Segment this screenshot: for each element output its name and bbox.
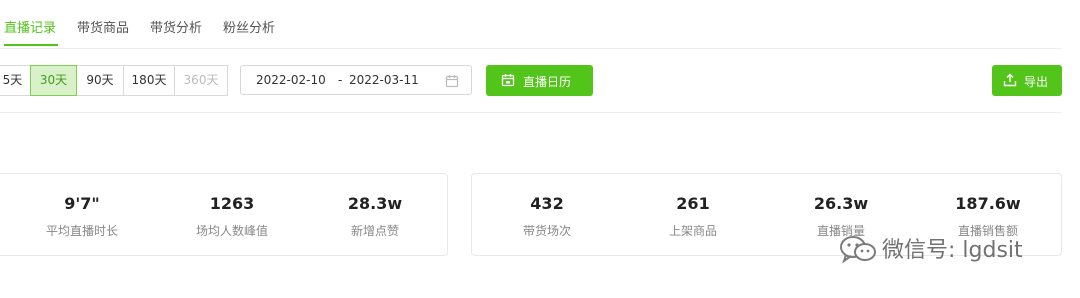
watermark-text: 微信号: lgdsit	[882, 238, 1023, 263]
date-range-picker[interactable]: 2022-02-10 - 2022-03-11	[240, 65, 472, 95]
range-180d-button[interactable]: 180天	[123, 65, 175, 96]
live-stats-card: 9'7" 平均直播时长 1263 场均人数峰值 28.3w 新增点赞	[0, 173, 448, 256]
calendar-icon[interactable]	[445, 74, 459, 91]
stat-new-likes: 28.3w 新增点赞	[300, 174, 450, 257]
export-label: 导出	[1024, 75, 1049, 89]
stat-label: 上架商品	[668, 224, 717, 238]
stat-listed-products: 261 上架商品	[621, 174, 765, 257]
date-start[interactable]: 2022-02-10	[256, 73, 326, 87]
live-calendar-label: 直播日历	[523, 75, 572, 89]
stat-avg-peak-viewers: 1263 场均人数峰值	[157, 174, 307, 257]
calendar-icon	[501, 73, 515, 90]
stat-value: 261	[676, 194, 710, 213]
wechat-icon	[838, 234, 878, 270]
range-90d-button[interactable]: 90天	[76, 65, 124, 96]
range-30d-button[interactable]: 30天	[30, 65, 77, 96]
stat-value: 26.3w	[813, 194, 869, 213]
live-calendar-button[interactable]: 直播日历	[486, 65, 593, 96]
upload-icon	[1003, 73, 1017, 90]
range-5d-button[interactable]: 5天	[0, 65, 31, 96]
range-360d-button[interactable]: 360天	[174, 65, 228, 96]
stat-value: 187.6w	[955, 194, 1021, 213]
tab-live-records[interactable]: 直播记录	[4, 17, 56, 36]
export-button[interactable]: 导出	[992, 65, 1062, 96]
stat-value: 432	[530, 194, 564, 213]
section-divider	[0, 112, 1062, 113]
tab-products[interactable]: 带货商品	[77, 17, 129, 36]
stat-sales-sessions: 432 带货场次	[475, 174, 619, 257]
active-tab-indicator	[4, 44, 58, 46]
stat-label: 平均直播时长	[45, 224, 118, 238]
stat-label: 带货场次	[522, 224, 571, 238]
stat-value: 28.3w	[347, 194, 403, 213]
stat-value: 1263	[209, 194, 255, 213]
date-separator: -	[338, 73, 343, 87]
tab-bar: 直播记录 带货商品 带货分析 粉丝分析	[0, 0, 1062, 49]
stat-label: 场均人数峰值	[195, 224, 268, 238]
stat-avg-duration: 9'7" 平均直播时长	[7, 174, 157, 257]
stat-value: 9'7"	[64, 194, 100, 213]
tab-sales-analysis[interactable]: 带货分析	[150, 17, 202, 36]
tab-fans-analysis[interactable]: 粉丝分析	[223, 17, 275, 36]
stat-label: 新增点赞	[350, 224, 399, 238]
date-end[interactable]: 2022-03-11	[349, 73, 419, 87]
